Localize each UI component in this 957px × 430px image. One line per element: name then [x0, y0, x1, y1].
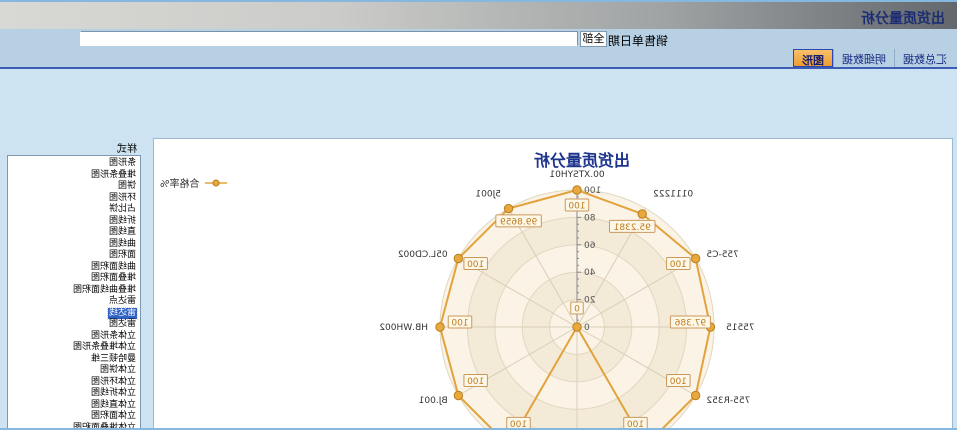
radar-data-point [691, 254, 699, 262]
radar-tick-label: 60 [584, 241, 596, 251]
page-title: 出货质量分析 [861, 8, 945, 28]
style-list-item[interactable]: 饼图 [8, 181, 137, 193]
chart-panel: 02040608010010099.8659100100100100010010… [153, 138, 953, 430]
app-window: 出货质量分析 销售单日期 全部 汇总数据明细数据图形 0204060801001… [0, 0, 957, 430]
radar-category-label: HB.WH002 [379, 323, 428, 333]
window-titlebar: 出货质量分析 [0, 0, 957, 29]
radar-category-label: 0111222 [653, 190, 693, 200]
style-list-item[interactable]: 直线图 [8, 227, 137, 239]
radar-category-label: 05L.CD002 [398, 250, 448, 260]
radar-data-point [436, 323, 444, 331]
radar-data-point [573, 186, 581, 194]
style-list-item[interactable]: 立体条形图 [8, 331, 137, 343]
style-list-item[interactable]: 立体堆叠条形图 [8, 342, 137, 354]
filter-date-label: 销售单日期 [608, 32, 668, 49]
tab-graph[interactable]: 图形 [793, 49, 833, 67]
filter-bar: 销售单日期 全部 [0, 29, 957, 48]
radar-chart: 02040608010010099.8659100100100100010010… [152, 139, 952, 430]
style-list-item[interactable]: 雷达图 [8, 319, 137, 331]
legend-label: 合格率% [160, 175, 200, 190]
radar-value-label: 97.386 [674, 319, 706, 329]
radar-data-point [504, 204, 512, 212]
radar-data-point [691, 391, 699, 399]
radar-tick-label: 0 [584, 323, 590, 333]
radar-tick-label: 40 [584, 268, 596, 278]
style-list-item[interactable]: 立体折线图 [8, 388, 137, 400]
tab-bar: 汇总数据明细数据图形 [0, 48, 957, 67]
style-list-item[interactable]: 曲线图 [8, 239, 137, 251]
radar-data-point [454, 391, 462, 399]
chart-title: 出货质量分析 [212, 147, 952, 171]
radar-data-point [573, 323, 581, 331]
filter-date-input[interactable] [80, 31, 578, 46]
radar-category-label: 755-C5 [706, 250, 738, 260]
style-list: 条形图堆叠条形图饼图环形图占比饼折线图直线图曲线图面积图曲线面积图堆叠面积图堆叠… [7, 155, 141, 430]
style-list-item[interactable]: 立体饼图 [8, 365, 137, 377]
radar-tick-label: 20 [584, 296, 596, 306]
style-list-item[interactable]: 雷达线 [8, 308, 137, 320]
filter-scope-dropdown[interactable]: 全部 [580, 31, 607, 47]
radar-category-label: 00.XTSYH01 [549, 170, 604, 180]
radar-category-label: 755-R352 [706, 396, 750, 406]
radar-value-label: 100 [669, 260, 686, 270]
style-list-item[interactable]: 堆叠曲线面积图 [8, 285, 137, 297]
style-list-item[interactable]: 占比饼 [8, 204, 137, 216]
radar-value-label: 0 [574, 305, 580, 315]
main-area: 02040608010010099.8659100100100100010010… [0, 67, 957, 430]
tab-detail-data[interactable]: 明细数据 [833, 49, 894, 67]
style-list-item[interactable]: 环形图 [8, 193, 137, 205]
radar-category-label: 75515 [726, 323, 755, 333]
radar-value-label: 100 [568, 202, 585, 212]
style-list-item[interactable]: 堆叠面积图 [8, 273, 137, 285]
style-list-item[interactable]: 立体直线图 [8, 400, 137, 412]
tabs: 汇总数据明细数据图形 [793, 49, 955, 67]
legend: 合格率% [160, 175, 228, 190]
style-list-item[interactable]: 雷达点 [8, 296, 137, 308]
style-list-header: 样式 [117, 140, 137, 155]
radar-data-point [454, 254, 462, 262]
style-list-item[interactable]: 曼哈顿三维 [8, 354, 137, 366]
style-list-item[interactable]: 条形图 [8, 158, 137, 170]
radar-value-label: 99.8659 [500, 217, 537, 227]
radar-tick-label: 80 [584, 213, 596, 223]
style-list-item[interactable]: 曲线面积图 [8, 262, 137, 274]
style-list-item[interactable]: 立体面积图 [8, 411, 137, 423]
radar-value-label: 95.2381 [614, 223, 651, 233]
radar-value-label: 100 [669, 377, 686, 387]
radar-category-label: BJ.001 [419, 396, 448, 406]
style-list-item[interactable]: 堆叠条形图 [8, 170, 137, 182]
radar-value-label: 100 [467, 377, 484, 387]
radar-category-label: 5J001 [475, 190, 501, 200]
tab-summary-data[interactable]: 汇总数据 [894, 49, 955, 67]
radar-value-label: 100 [467, 260, 484, 270]
style-list-item[interactable]: 立体环形图 [8, 377, 137, 389]
radar-value-label: 100 [451, 319, 468, 329]
legend-line-dot-marker [204, 178, 228, 188]
style-list-item[interactable]: 面积图 [8, 250, 137, 262]
style-list-item[interactable]: 折线图 [8, 216, 137, 228]
radar-data-point [638, 210, 646, 218]
style-list-items: 条形图堆叠条形图饼图环形图占比饼折线图直线图曲线图面积图曲线面积图堆叠面积图堆叠… [8, 156, 140, 430]
